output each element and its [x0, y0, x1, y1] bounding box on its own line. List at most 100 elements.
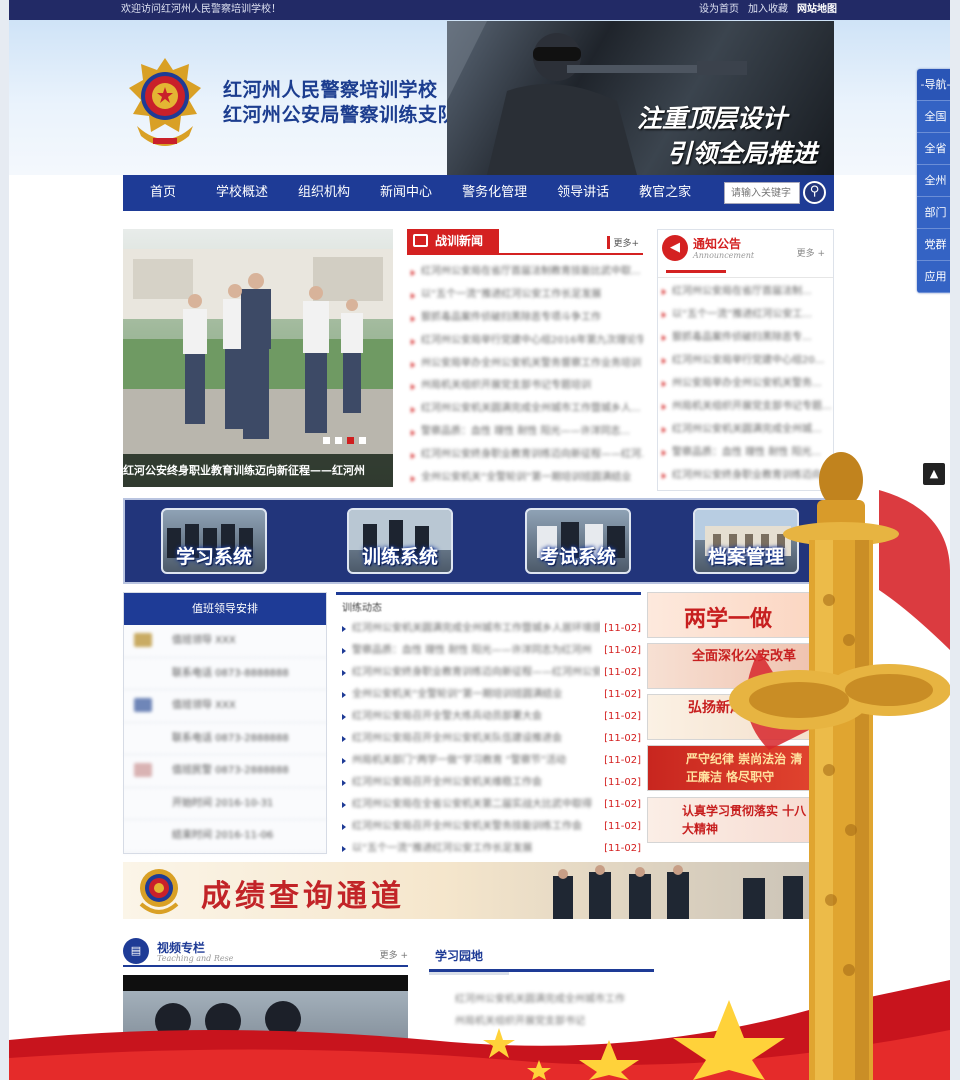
speaker-icon: ◀: [662, 235, 688, 261]
promo-discipline[interactable]: 严守纪律 崇尚法治 清正廉洁 恪尽职守: [647, 745, 814, 791]
list-item[interactable]: 警察品质：血性 理性 耐性 阳光...: [658, 441, 833, 464]
nav-organization[interactable]: 组织机构: [283, 175, 365, 211]
news-slideshow[interactable]: 红河公安终身职业教育训练迈向新征程——红河州: [123, 229, 393, 487]
nav-home[interactable]: 首页: [123, 175, 201, 211]
slide-dot-2[interactable]: [335, 437, 342, 444]
add-favorite-link[interactable]: 加入收藏: [748, 0, 788, 20]
list-item[interactable]: 以“五个一流”推进红河公安工作长足发展: [407, 284, 643, 307]
training-news-header: 战训新闻 更多+: [407, 229, 643, 255]
list-item[interactable]: 红河州公安机关圆满完成全州城...: [658, 418, 833, 441]
notice-list: 红河州公安局在省厅首届法制... 以“五个一流”推进红河公安工... 狠抓毒品案…: [658, 280, 833, 487]
training-system-label: 训练系统: [361, 546, 438, 568]
side-navigation: -导航- 全国 全省 全州 部门 党群 应用: [917, 69, 950, 293]
list-item[interactable]: 红河州公安局召开全州公安机关警务技能训练工作会 [11-02]: [336, 816, 641, 838]
list-item[interactable]: 红河州公安机关圆满完成全州城市工作暨城乡人居环境提 [11-02]: [336, 618, 641, 640]
sidenav-party[interactable]: 党群: [917, 229, 950, 261]
list-item[interactable]: 州公安局举办全州公安机关警务督察工作业务培训: [407, 353, 643, 376]
list-item[interactable]: 红河州公安局举行党建中心组2016年第九次理论学: [407, 330, 643, 353]
pen-icon: [134, 698, 152, 712]
detachment-name: 红河州公安局警察训练支队: [223, 104, 458, 126]
list-item[interactable]: 红河州公安终身职业教育训练迈向新征程——红河...: [407, 444, 643, 467]
slide-dots: [323, 437, 366, 444]
list-item[interactable]: 以“五个一流”推进红河公安工...: [658, 303, 833, 326]
list-item[interactable]: 红河州公安局召开全警大练兵动员部署大会 [11-02]: [336, 706, 641, 728]
promo-two-studies[interactable]: 两学一做: [647, 592, 814, 638]
nav-news-center[interactable]: 新闻中心: [365, 175, 447, 211]
promo-deepen-reform[interactable]: 全面深化公安改革: [647, 643, 814, 689]
notice-header: ◀ 通知公告 Announcement 更多 +: [658, 230, 833, 278]
duty-row: 联系电话 0873-2888888: [124, 723, 326, 755]
list-item[interactable]: 红河州公安局举行党建中心组20...: [658, 349, 833, 372]
police-emblem-logo[interactable]: [127, 56, 203, 156]
police-emblem-icon: [139, 869, 179, 914]
list-item[interactable]: 以“五个一流”推进红河公安工作长足发展 [11-02]: [336, 838, 641, 860]
sidenav-national[interactable]: 全国: [917, 101, 950, 133]
list-item[interactable]: 红河州公安机关圆满完成全州城市工作: [455, 989, 645, 1011]
list-item[interactable]: 州局机关部门“两学一做”学习教育 “警察节”活动 [11-02]: [336, 750, 641, 772]
slide-dot-4[interactable]: [359, 437, 366, 444]
list-item[interactable]: 红河州公安局召开全州公安机关维稳工作会 [11-02]: [336, 772, 641, 794]
list-item[interactable]: 警察品质：血性 理性 耐性 阳光——许洋同志...: [407, 421, 643, 444]
list-item[interactable]: 红河州公安终身职业教育训练迈向新征程——红河州公安机 [11-02]: [336, 662, 641, 684]
promo-18th-congress-text: 认真学习贯彻落实 十八大精神: [682, 804, 807, 836]
video-frame: [123, 991, 408, 1080]
list-item[interactable]: 州局机关组织开展党支部书记: [455, 1011, 645, 1033]
nav-overview[interactable]: 学校概述: [201, 175, 283, 211]
nav-police-management[interactable]: 警务化管理: [447, 175, 542, 211]
list-item[interactable]: 狠抓毒品案件侦破扫黑除恶专...: [658, 326, 833, 349]
list-item[interactable]: 州局机关组织开展党支部书记专题...: [658, 395, 833, 418]
promo-new-style[interactable]: 弘扬新风 树立正气: [647, 694, 814, 740]
badge-icon: [134, 633, 152, 647]
chevron-up-icon: ▲: [929, 467, 939, 480]
list-item[interactable]: 狠抓毒品案件侦破扫黑除恶专项斗争工作: [407, 307, 643, 330]
training-news-tab[interactable]: 战训新闻: [407, 229, 499, 253]
list-item[interactable]: 警察品质：血性 理性 耐性 阳光——许洋同志为红河州 [11-02]: [336, 640, 641, 662]
archive-management-button[interactable]: 档案管理: [693, 508, 799, 574]
slide-dot-1[interactable]: [323, 437, 330, 444]
video-more[interactable]: 更多 +: [380, 948, 408, 961]
training-news-more[interactable]: 更多+: [607, 236, 639, 249]
duty-row: 联系电话 0873-8888888: [124, 658, 326, 690]
exam-system-button[interactable]: 考试系统: [525, 508, 631, 574]
notice-more[interactable]: 更多 +: [797, 246, 825, 259]
notice-underline: [666, 270, 726, 273]
list-item[interactable]: 红河州公安局在全省公安机关第二届实战大比武中取得 [11-02]: [336, 794, 641, 816]
nav-instructors[interactable]: 教官之家: [624, 175, 706, 211]
search-input[interactable]: [724, 182, 800, 204]
sidenav-apps[interactable]: 应用: [917, 261, 950, 293]
back-to-top-button[interactable]: ▲: [923, 463, 945, 485]
list-item[interactable]: 红河州公安机关圆满完成全州城市工作暨城乡人...: [407, 398, 643, 421]
banner-slogan-1: 注重顶层设计: [637, 104, 788, 133]
slide-dot-3[interactable]: [347, 437, 354, 444]
training-system-button[interactable]: 训练系统: [347, 508, 453, 574]
list-item[interactable]: 全州公安机关“全警轮训”第一期培训班圆满结业: [407, 467, 643, 490]
list-item[interactable]: 红河州公安局在省厅首届法制教育技能比武中取...: [407, 261, 643, 284]
list-item[interactable]: 红河州公安终身职业教育训练迈向...: [658, 464, 833, 487]
promo-new-style-text: 弘扬新风 树立正气: [688, 700, 805, 716]
list-item[interactable]: 红河州公安局在省厅首届法制...: [658, 280, 833, 303]
list-item[interactable]: 州局机关组织开展党支部书记专题培训: [407, 375, 643, 398]
list-item[interactable]: 红河州公安局召开全州公安机关队伍建设推进会 [11-02]: [336, 728, 641, 750]
duty-title: 值班领导安排: [124, 593, 326, 625]
score-query-text: 成绩查询通道: [201, 879, 405, 914]
sidenav-prefecture[interactable]: 全州: [917, 165, 950, 197]
search-button[interactable]: ⚲: [803, 181, 826, 204]
set-homepage-link[interactable]: 设为首页: [699, 0, 739, 20]
promo-18th-congress[interactable]: 认真学习贯彻落实 十八大精神: [647, 797, 814, 843]
score-query-banner[interactable]: 成绩查询通道: [123, 862, 834, 919]
list-item[interactable]: 州公安局举办全州公安机关警务...: [658, 372, 833, 395]
study-title: 学习园地: [435, 949, 484, 963]
slide-caption[interactable]: 红河公安终身职业教育训练迈向新征程——红河州: [123, 454, 393, 487]
sidenav-departments[interactable]: 部门: [917, 197, 950, 229]
banner-slogan-2: 引领全局推进: [667, 139, 818, 168]
sitemap-link[interactable]: 网站地图: [797, 0, 837, 20]
sidenav-province[interactable]: 全省: [917, 133, 950, 165]
notice-subtitle: Announcement: [693, 251, 755, 260]
list-item[interactable]: 全州公安机关“全警轮训”第一期培训班圆满结业 [11-02]: [336, 684, 641, 706]
training-news-box: 战训新闻 更多+ 红河州公安局在省厅首届法制教育技能比武中取... 以“五个一流…: [407, 229, 643, 491]
header-banner: 注重顶层设计 引领全局推进: [447, 21, 834, 175]
video-player[interactable]: [123, 975, 408, 1080]
learning-system-button[interactable]: 学习系统: [161, 508, 267, 574]
nav-leader-speeches[interactable]: 领导讲话: [542, 175, 624, 211]
welcome-text: 欢迎访问红河州人民警察培训学校！: [121, 4, 281, 15]
